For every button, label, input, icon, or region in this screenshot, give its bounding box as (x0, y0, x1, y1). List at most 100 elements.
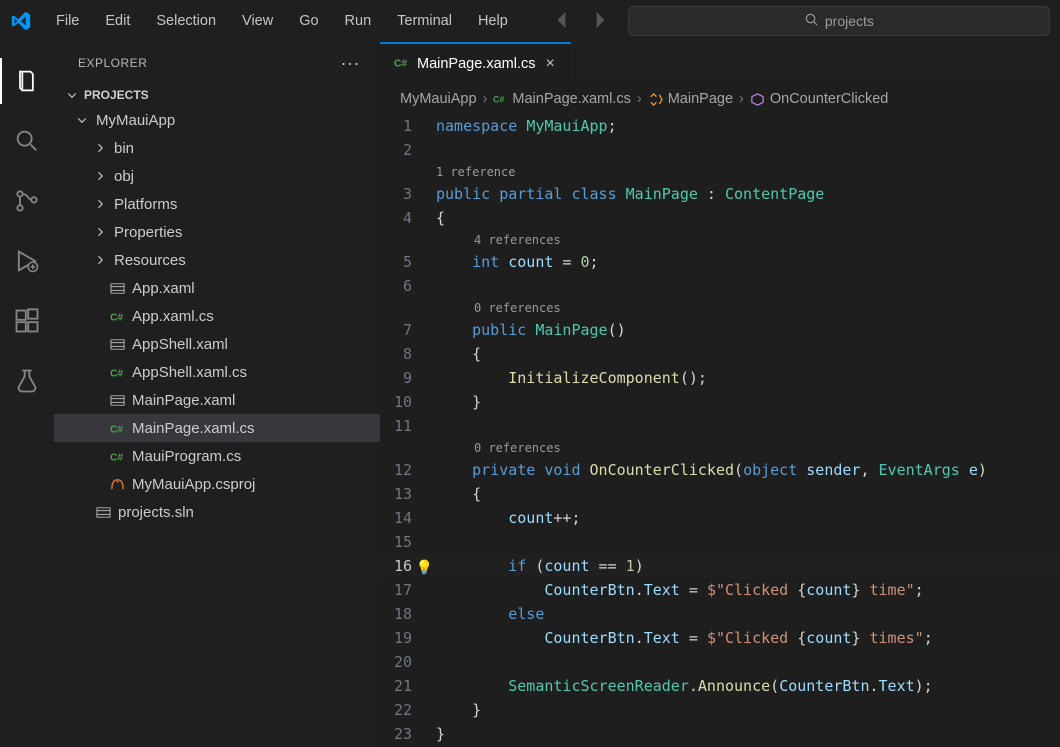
menu-edit[interactable]: Edit (95, 9, 140, 33)
sidebar: EXPLORER ··· PROJECTS MyMauiApp bin obj (54, 42, 380, 747)
file-sln[interactable]: projects.sln (54, 498, 380, 526)
folder-label: obj (114, 168, 134, 185)
codelens-class[interactable]: 1 reference (436, 165, 515, 179)
codelens-ctor[interactable]: 0 references (436, 301, 561, 315)
crumb-project[interactable]: MyMauiApp (400, 91, 477, 107)
breadcrumbs: MyMauiApp › C# MainPage.xaml.cs › MainPa… (380, 84, 1060, 114)
xaml-file-icon (108, 337, 126, 352)
svg-text:C#: C# (110, 424, 123, 435)
menu-run[interactable]: Run (335, 9, 382, 33)
nav-back-icon[interactable] (554, 11, 572, 32)
line-number: 1 (380, 114, 436, 138)
csharp-file-icon: C# (108, 421, 126, 436)
line-number: 6 (380, 274, 436, 298)
file-appshell-xaml-cs[interactable]: C# AppShell.xaml.cs (54, 358, 380, 386)
title-bar: File Edit Selection View Go Run Terminal… (0, 0, 1060, 42)
folder-label: Platforms (114, 196, 177, 213)
chevron-right-icon (94, 198, 108, 210)
file-label: MauiProgram.cs (132, 448, 241, 465)
crumb-file[interactable]: C# MainPage.xaml.cs (493, 91, 630, 107)
file-app-xaml-cs[interactable]: C# App.xaml.cs (54, 302, 380, 330)
crumb-label: MainPage.xaml.cs (512, 91, 630, 107)
folder-mymauiapp[interactable]: MyMauiApp (54, 106, 380, 134)
file-app-xaml[interactable]: App.xaml (54, 274, 380, 302)
chevron-right-icon: › (637, 91, 642, 107)
search-box[interactable]: projects (628, 6, 1050, 36)
line-number: 9 (380, 366, 436, 390)
nav-arrows (554, 11, 608, 32)
editor-tab-mainpage[interactable]: C# MainPage.xaml.cs × (380, 42, 571, 84)
menu-help[interactable]: Help (468, 9, 518, 33)
activity-bar (0, 42, 54, 747)
menu-view[interactable]: View (232, 9, 283, 33)
menu-selection[interactable]: Selection (146, 9, 226, 33)
line-number: 7 (380, 318, 436, 342)
menu-terminal[interactable]: Terminal (387, 9, 462, 33)
chevron-right-icon (94, 142, 108, 154)
line-number: 22 (380, 698, 436, 722)
svg-text:C#: C# (493, 95, 504, 105)
file-mainpage-xaml[interactable]: MainPage.xaml (54, 386, 380, 414)
menu-file[interactable]: File (46, 9, 89, 33)
activity-explorer[interactable] (0, 54, 54, 108)
class-icon (648, 92, 663, 107)
activity-run-debug[interactable] (0, 234, 54, 288)
editor-area: C# MainPage.xaml.cs × MyMauiApp › C# Mai… (380, 42, 1060, 747)
folder-label: Properties (114, 224, 182, 241)
folder-platforms[interactable]: Platforms (54, 190, 380, 218)
file-appshell-xaml[interactable]: AppShell.xaml (54, 330, 380, 358)
vscode-logo-icon (10, 10, 32, 32)
line-number: 18 (380, 602, 436, 626)
folder-section-projects[interactable]: PROJECTS (54, 84, 380, 106)
line-number: 15 (380, 530, 436, 554)
file-label: App.xaml.cs (132, 308, 214, 325)
lightbulb-icon[interactable]: 💡 (416, 556, 433, 580)
folder-resources[interactable]: Resources (54, 246, 380, 274)
chevron-right-icon: › (483, 91, 488, 107)
activity-extensions[interactable] (0, 294, 54, 348)
codelens-count[interactable]: 4 references (436, 233, 561, 247)
chevron-down-icon (76, 114, 90, 126)
line-number: 5 (380, 250, 436, 274)
file-mainpage-xaml-cs[interactable]: C# MainPage.xaml.cs (54, 414, 380, 442)
chevron-right-icon (94, 254, 108, 266)
file-label: MyMauiApp.csproj (132, 476, 255, 493)
file-csproj[interactable]: MyMauiApp.csproj (54, 470, 380, 498)
file-label: App.xaml (132, 280, 195, 297)
crumb-label: OnCounterClicked (770, 91, 888, 107)
line-number: 12 (380, 458, 436, 482)
section-label: PROJECTS (84, 88, 149, 102)
chevron-right-icon (94, 170, 108, 182)
folder-properties[interactable]: Properties (54, 218, 380, 246)
line-number: 13 (380, 482, 436, 506)
line-number: 10 (380, 390, 436, 414)
csharp-file-icon: C# (108, 309, 126, 324)
nav-forward-icon[interactable] (590, 11, 608, 32)
chevron-down-icon (66, 89, 80, 101)
folder-obj[interactable]: obj (54, 162, 380, 190)
line-number: 17 (380, 578, 436, 602)
file-mauiprogram-cs[interactable]: C# MauiProgram.cs (54, 442, 380, 470)
svg-text:C#: C# (110, 368, 123, 379)
method-icon (750, 92, 765, 107)
file-label: projects.sln (118, 504, 194, 521)
editor-tabs: C# MainPage.xaml.cs × (380, 42, 1060, 84)
sidebar-more-icon[interactable]: ··· (341, 53, 360, 74)
menu-go[interactable]: Go (289, 9, 328, 33)
codelens-handler[interactable]: 0 references (436, 441, 561, 455)
csproj-file-icon (108, 477, 126, 492)
line-number: 4 (380, 206, 436, 230)
close-icon[interactable]: × (543, 55, 556, 73)
activity-testing[interactable] (0, 354, 54, 408)
line-number: 21 (380, 674, 436, 698)
crumb-method[interactable]: OnCounterClicked (750, 91, 888, 107)
file-label: MainPage.xaml.cs (132, 420, 255, 437)
crumb-class[interactable]: MainPage (648, 91, 733, 107)
folder-bin[interactable]: bin (54, 134, 380, 162)
xaml-file-icon (108, 281, 126, 296)
activity-source-control[interactable] (0, 174, 54, 228)
crumb-label: MyMauiApp (400, 91, 477, 107)
code-editor[interactable]: 1namespace MyMauiApp; 2 1 reference 3pub… (380, 114, 1060, 747)
activity-search[interactable] (0, 114, 54, 168)
xaml-file-icon (108, 393, 126, 408)
